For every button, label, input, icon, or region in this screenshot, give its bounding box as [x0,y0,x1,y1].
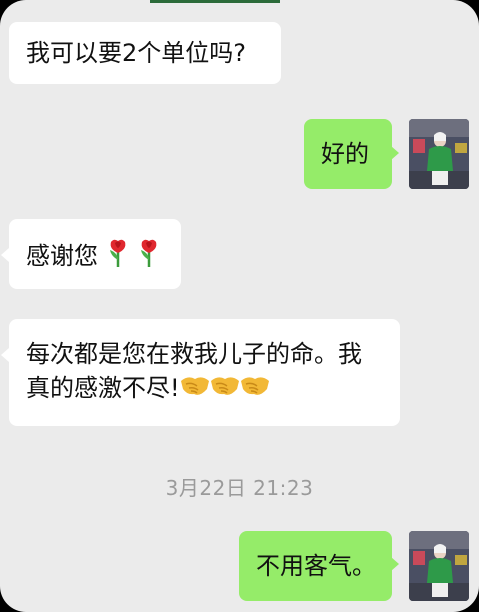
user-avatar[interactable] [409,531,469,601]
message-text: 真的感激不尽! [26,374,180,402]
message-text-line: 每次都是您在救我儿子的命。我 [26,340,362,368]
handshake-emoji [210,372,240,407]
message-timestamp: 3月22日 21:23 [165,476,314,500]
message-text: 不用客气。 [256,552,376,580]
chat-screen: 我可以要2个单位吗? 好的 感谢您 每次都是您在救我儿子的命。我 真的感激不尽!… [0,0,479,612]
rose-emoji [137,238,161,276]
bubble-tail [391,557,399,571]
bubble-tail [1,348,9,362]
bubble-tail [1,248,9,262]
rose-emoji [106,238,130,276]
message-text: 好的 [321,140,369,168]
bubble-tail [391,146,399,160]
message-bubble-incoming[interactable]: 感谢您 [9,219,181,289]
user-avatar[interactable] [409,119,469,189]
message-bubble-incoming[interactable]: 我可以要2个单位吗? [9,22,281,84]
message-text: 感谢您 [26,242,98,270]
message-text-line: 真的感激不尽! [26,371,400,407]
message-bubble-outgoing[interactable]: 好的 [304,119,392,189]
message-bubble-incoming[interactable]: 每次都是您在救我儿子的命。我 真的感激不尽! [9,319,400,426]
message-bubble-outgoing[interactable]: 不用客气。 [239,531,392,601]
handshake-emoji [180,372,210,407]
message-text: 我可以要2个单位吗? [26,39,247,67]
handshake-emoji [240,372,270,407]
status-strip [150,0,280,3]
